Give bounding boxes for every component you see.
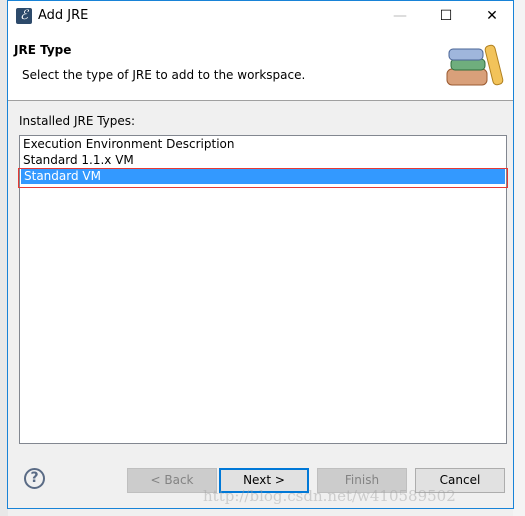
maximize-button[interactable]: ☐	[423, 1, 469, 31]
background-window-right	[513, 0, 525, 516]
list-item[interactable]: Execution Environment Description	[20, 136, 506, 152]
installed-jre-types-label: Installed JRE Types:	[19, 114, 136, 128]
jre-types-list[interactable]: Execution Environment Description Standa…	[19, 135, 507, 444]
help-icon[interactable]: ?	[24, 468, 45, 489]
watermark: http://blog.csdn.net/w410589502	[203, 487, 456, 505]
list-item[interactable]: Standard 1.1.x VM	[20, 152, 506, 168]
close-button[interactable]: ✕	[469, 1, 515, 31]
wizard-header: JRE Type Select the type of JRE to add t…	[8, 31, 513, 101]
books-icon	[446, 44, 504, 86]
title-bar: ℰ Add JRE — ☐ ✕	[8, 1, 513, 31]
page-title: JRE Type	[14, 43, 72, 57]
list-item-selected[interactable]: Standard VM	[21, 168, 505, 184]
add-jre-dialog: ℰ Add JRE — ☐ ✕ JRE Type Select the type…	[7, 0, 514, 509]
page-description: Select the type of JRE to add to the wor…	[22, 68, 306, 82]
eclipse-icon: ℰ	[16, 8, 32, 24]
minimize-button[interactable]: —	[377, 1, 423, 31]
window-title: Add JRE	[38, 8, 89, 23]
